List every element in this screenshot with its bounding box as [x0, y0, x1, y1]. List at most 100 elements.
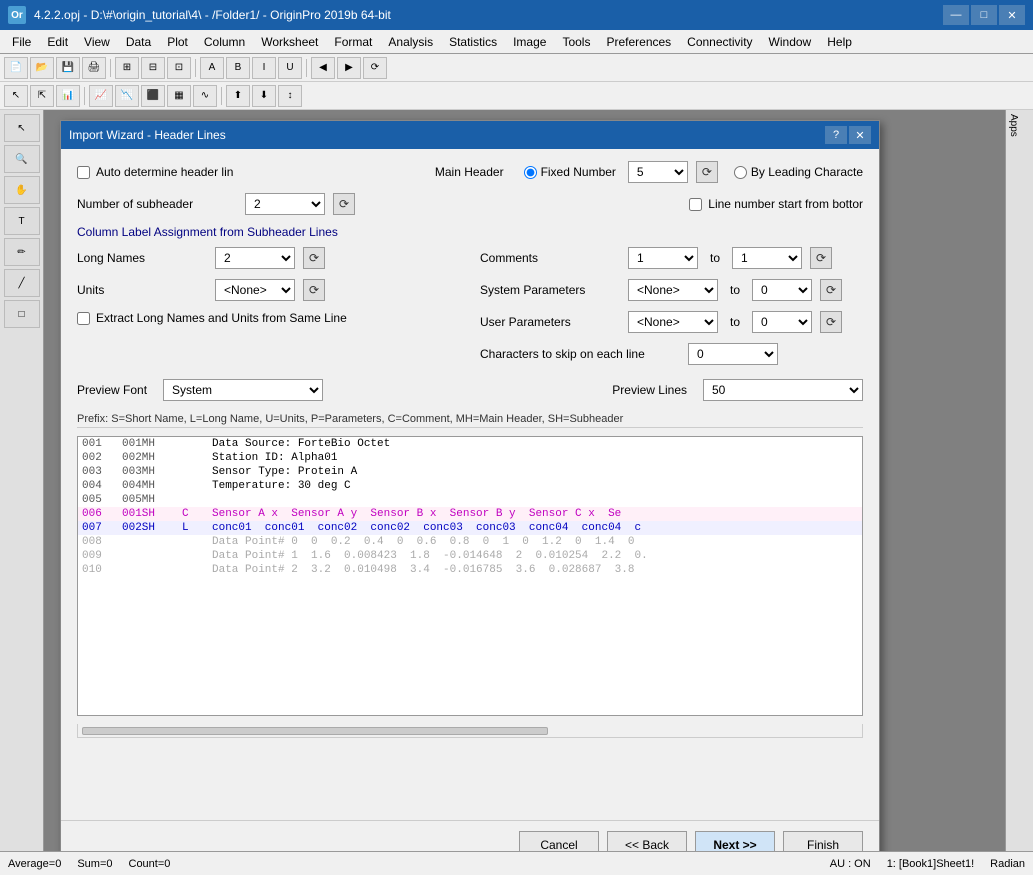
menu-plot[interactable]: Plot	[159, 30, 196, 53]
tb2-btn5[interactable]: 📉	[115, 85, 139, 107]
long-names-sync-btn[interactable]: ⟳	[303, 247, 325, 269]
open-btn[interactable]: 📂	[30, 57, 54, 79]
new-btn[interactable]: 📄	[4, 57, 28, 79]
tool-line[interactable]: ╱	[4, 269, 40, 297]
tb-btn2[interactable]: ⊟	[141, 57, 165, 79]
menu-tools[interactable]: Tools	[554, 30, 598, 53]
preview-lines-select[interactable]: 501020100	[703, 379, 863, 401]
maximize-button[interactable]: □	[971, 5, 997, 25]
menu-image[interactable]: Image	[505, 30, 554, 53]
user-params-sync-btn[interactable]: ⟳	[820, 311, 842, 333]
fixed-number-radio-container[interactable]: Fixed Number	[524, 165, 616, 179]
h-scrollbar[interactable]	[77, 724, 863, 738]
auto-header-checkbox[interactable]	[77, 166, 90, 179]
menu-view[interactable]: View	[76, 30, 118, 53]
preview-font-select[interactable]: SystemArialCourier New	[163, 379, 323, 401]
units-sync-btn[interactable]: ⟳	[303, 279, 325, 301]
menu-data[interactable]: Data	[118, 30, 159, 53]
row-preview-settings: Preview Font SystemArialCourier New Prev…	[77, 379, 863, 401]
by-leading-radio[interactable]	[734, 166, 747, 179]
status-radian: Radian	[990, 858, 1025, 870]
tool-zoom[interactable]: 🔍	[4, 145, 40, 173]
tb2-btn2[interactable]: ⇱	[30, 85, 54, 107]
menu-format[interactable]: Format	[326, 30, 380, 53]
menu-help[interactable]: Help	[819, 30, 860, 53]
dialog-title-bar: Import Wizard - Header Lines ? ✕	[61, 121, 879, 149]
tool-arrow[interactable]: ↖	[4, 114, 40, 142]
extract-checkbox[interactable]	[77, 312, 90, 325]
comments-sync-btn[interactable]: ⟳	[810, 247, 832, 269]
tb2-btn7[interactable]: ▦	[167, 85, 191, 107]
sep2	[195, 59, 196, 77]
comments-to-select[interactable]: 123	[732, 247, 802, 269]
tb-btn4[interactable]: A	[200, 57, 224, 79]
fixed-number-sync-btn[interactable]: ⟳	[696, 161, 718, 183]
apps-label[interactable]: Apps	[1006, 110, 1021, 141]
close-button[interactable]: ✕	[999, 5, 1025, 25]
dialog-close-btn[interactable]: ✕	[849, 126, 871, 144]
tb2-btn3[interactable]: 📊	[56, 85, 80, 107]
extract-checkbox-container[interactable]: Extract Long Names and Units from Same L…	[77, 311, 347, 325]
tb-btn8[interactable]: ◀	[311, 57, 335, 79]
tb2-btn9[interactable]: ⬆	[226, 85, 250, 107]
print-btn[interactable]: 🖨	[82, 57, 106, 79]
tb2-btn1[interactable]: ↖	[4, 85, 28, 107]
right-tool-panel: Apps	[1005, 110, 1033, 851]
tb-btn9[interactable]: ▶	[337, 57, 361, 79]
toolbar-1: 📄 📂 💾 🖨 ⊞ ⊟ ⊡ A B I U ◀ ▶ ⟳	[0, 54, 1033, 82]
units-label: Units	[77, 283, 207, 297]
tb2-btn10[interactable]: ⬇	[252, 85, 276, 107]
system-params-to-select[interactable]: 012	[752, 279, 812, 301]
tool-text[interactable]: T	[4, 207, 40, 235]
tb2-btn8[interactable]: ∿	[193, 85, 217, 107]
fixed-number-radio[interactable]	[524, 166, 537, 179]
tb2-btn6[interactable]: ⬛	[141, 85, 165, 107]
tb-btn5[interactable]: B	[226, 57, 250, 79]
prefix-legend: Prefix: S=Short Name, L=Long Name, U=Uni…	[77, 411, 863, 428]
tb-btn6[interactable]: I	[252, 57, 276, 79]
auto-header-checkbox-container[interactable]: Auto determine header lin	[77, 165, 233, 179]
row-user-params: User Parameters <None>12 to 012 ⟳	[480, 311, 863, 333]
subheader-sync-btn[interactable]: ⟳	[333, 193, 355, 215]
units-select[interactable]: <None>123	[215, 279, 295, 301]
menu-analysis[interactable]: Analysis	[380, 30, 441, 53]
user-params-to-select[interactable]: 012	[752, 311, 812, 333]
h-scrollbar-thumb[interactable]	[82, 727, 548, 735]
line-num-checkbox[interactable]	[689, 198, 702, 211]
comments-from-select[interactable]: 123	[628, 247, 698, 269]
status-sum: Sum=0	[77, 858, 112, 870]
fixed-number-select[interactable]: 5 1234 678	[628, 161, 688, 183]
system-params-select[interactable]: <None>12	[628, 279, 718, 301]
tool-draw[interactable]: ✏	[4, 238, 40, 266]
minimize-button[interactable]: —	[943, 5, 969, 25]
chars-skip-select[interactable]: 0123	[688, 343, 778, 365]
menu-edit[interactable]: Edit	[39, 30, 76, 53]
user-params-select[interactable]: <None>12	[628, 311, 718, 333]
long-names-select[interactable]: 2134	[215, 247, 295, 269]
tb-btn3[interactable]: ⊡	[167, 57, 191, 79]
by-leading-radio-container[interactable]: By Leading Characte	[734, 165, 863, 179]
tool-shape[interactable]: □	[4, 300, 40, 328]
tb-btn10[interactable]: ⟳	[363, 57, 387, 79]
menu-window[interactable]: Window	[761, 30, 820, 53]
menu-file[interactable]: File	[4, 30, 39, 53]
menu-preferences[interactable]: Preferences	[598, 30, 679, 53]
row-units: Units <None>123 ⟳	[77, 279, 460, 301]
preview-row-001: 001 001MH Data Source: ForteBio Octet	[78, 437, 862, 451]
line-num-checkbox-container[interactable]: Line number start from bottor	[689, 197, 863, 211]
tb-btn7[interactable]: U	[278, 57, 302, 79]
save-btn[interactable]: 💾	[56, 57, 80, 79]
menu-column[interactable]: Column	[196, 30, 253, 53]
dialog-help-btn[interactable]: ?	[825, 126, 847, 144]
system-params-sync-btn[interactable]: ⟳	[820, 279, 842, 301]
tool-pan[interactable]: ✋	[4, 176, 40, 204]
menu-connectivity[interactable]: Connectivity	[679, 30, 760, 53]
tb2-btn4[interactable]: 📈	[89, 85, 113, 107]
preview-section[interactable]: 001 001MH Data Source: ForteBio Octet 00…	[77, 436, 863, 716]
tb-btn1[interactable]: ⊞	[115, 57, 139, 79]
to-label-2: to	[730, 283, 740, 297]
menu-worksheet[interactable]: Worksheet	[253, 30, 326, 53]
menu-statistics[interactable]: Statistics	[441, 30, 505, 53]
subheader-select[interactable]: 2134	[245, 193, 325, 215]
tb2-btn11[interactable]: ↕	[278, 85, 302, 107]
